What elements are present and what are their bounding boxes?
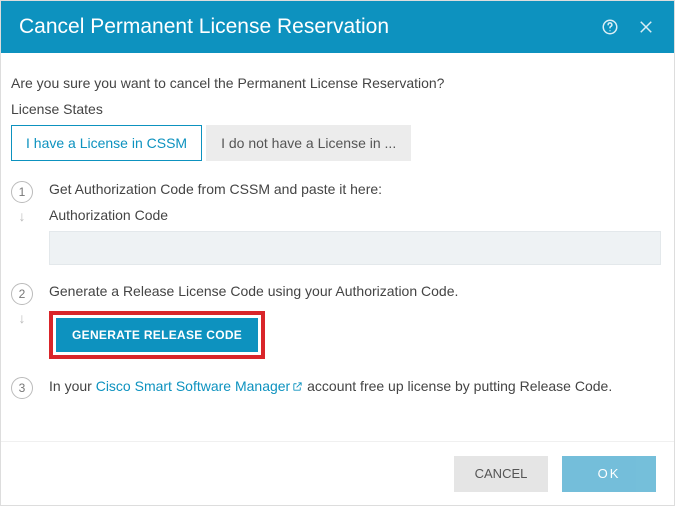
- step-number-1: 1: [11, 181, 33, 203]
- step-2-instruction: Generate a Release License Code using yo…: [49, 283, 664, 299]
- step-3-suffix: account free up license by putting Relea…: [303, 378, 612, 394]
- tab-no-license[interactable]: I do not have a License in ...: [206, 125, 411, 161]
- step-1: 1 ↓ Get Authorization Code from CSSM and…: [11, 181, 664, 265]
- cancel-plr-dialog: Cancel Permanent License Reservation Are…: [0, 0, 675, 506]
- step-arrow-icon: ↓: [19, 311, 26, 325]
- auth-code-input[interactable]: [49, 231, 661, 265]
- cancel-button[interactable]: CANCEL: [454, 456, 548, 492]
- dialog-header: Cancel Permanent License Reservation: [1, 1, 674, 53]
- license-state-tabs: I have a License in CSSM I do not have a…: [11, 125, 664, 161]
- auth-code-label: Authorization Code: [49, 207, 664, 223]
- license-states-label: License States: [11, 101, 664, 117]
- step-2: 2 ↓ Generate a Release License Code usin…: [11, 283, 664, 359]
- help-icon[interactable]: [600, 17, 620, 37]
- header-actions: [600, 17, 656, 37]
- step-number-2: 2: [11, 283, 33, 305]
- step-1-instruction: Get Authorization Code from CSSM and pas…: [49, 181, 664, 197]
- step-3: 3 In your Cisco Smart Software Manager a…: [11, 377, 664, 399]
- step-arrow-icon: ↓: [19, 209, 26, 223]
- confirm-text: Are you sure you want to cancel the Perm…: [11, 75, 664, 91]
- cssm-link[interactable]: Cisco Smart Software Manager: [96, 378, 304, 394]
- ok-button[interactable]: OK: [562, 456, 656, 492]
- close-icon[interactable]: [636, 17, 656, 37]
- generate-release-code-button[interactable]: GENERATE RELEASE CODE: [56, 318, 258, 352]
- dialog-body: Are you sure you want to cancel the Perm…: [1, 53, 674, 441]
- highlight-box: GENERATE RELEASE CODE: [49, 311, 265, 359]
- dialog-footer: CANCEL OK: [1, 441, 674, 505]
- step-3-prefix: In your: [49, 378, 96, 394]
- step-3-instruction: In your Cisco Smart Software Manager acc…: [49, 377, 664, 399]
- steps: 1 ↓ Get Authorization Code from CSSM and…: [11, 181, 664, 399]
- step-number-3: 3: [11, 377, 33, 399]
- tab-have-license[interactable]: I have a License in CSSM: [11, 125, 202, 161]
- external-link-icon: [292, 381, 303, 392]
- dialog-title: Cancel Permanent License Reservation: [19, 15, 600, 39]
